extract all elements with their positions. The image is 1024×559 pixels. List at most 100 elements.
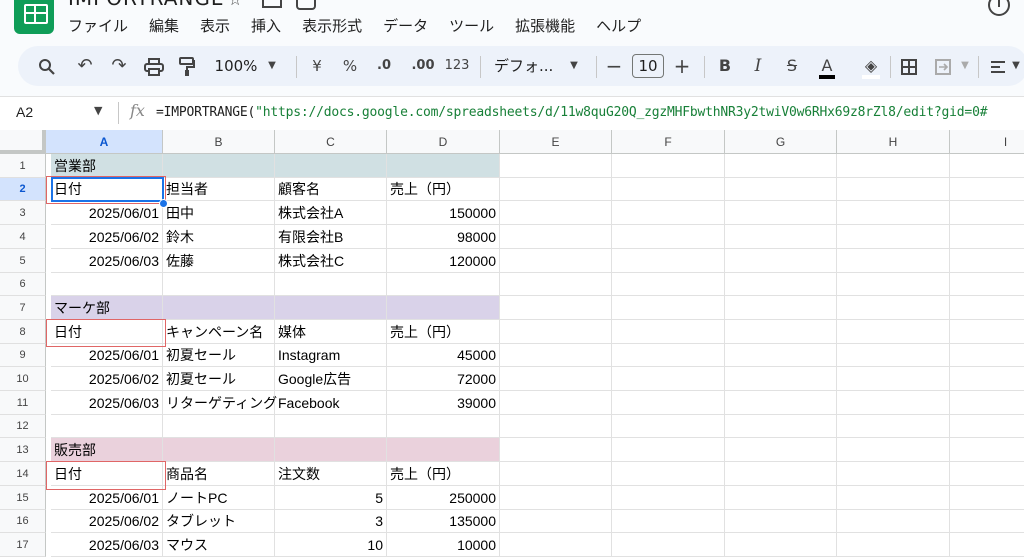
cell-f8[interactable] [612,320,725,344]
undo-icon[interactable]: ↶ [74,46,96,86]
cell-a17[interactable]: 2025/06/03 [51,533,163,557]
cell-d17[interactable]: 10000 [387,533,500,557]
cell-e7[interactable] [500,296,612,320]
cell-c14[interactable]: 注文数 [275,462,387,486]
cell-e11[interactable] [500,391,612,415]
column-header-d[interactable]: D [387,130,500,154]
cell-e2[interactable] [500,178,612,201]
cell-i6[interactable] [950,273,1024,296]
borders-icon[interactable] [898,46,920,86]
cell-d4[interactable]: 98000 [387,225,500,249]
cell-a13[interactable]: 販売部 [51,438,163,462]
redo-icon[interactable]: ↷ [108,46,130,86]
row-header-14[interactable]: 14 [0,462,46,486]
cell-e10[interactable] [500,367,612,391]
menu-insert[interactable]: 挿入 [251,14,281,38]
cell-a5[interactable]: 2025/06/03 [51,249,163,273]
menu-view[interactable]: 表示 [200,14,230,38]
cell-d9[interactable]: 45000 [387,344,500,367]
cell-i15[interactable] [950,486,1024,510]
menu-help[interactable]: ヘルプ [596,14,641,38]
cell-c3[interactable]: 株式会社A [275,201,387,225]
cell-c16[interactable]: 3 [275,510,387,533]
cell-d16[interactable]: 135000 [387,510,500,533]
menu-edit[interactable]: 編集 [149,14,179,38]
row-header-5[interactable]: 5 [0,249,46,273]
cell-f6[interactable] [612,273,725,296]
cell-b16[interactable]: タブレット [163,510,275,533]
cell-i3[interactable] [950,201,1024,225]
cell-g14[interactable] [725,462,837,486]
cell-f1[interactable] [612,154,725,178]
cell-b3[interactable]: 田中 [163,201,275,225]
document-title[interactable]: IMPORTRANGE [68,0,224,10]
cell-e6[interactable] [500,273,612,296]
active-cell-border[interactable] [51,177,164,202]
cell-g10[interactable] [725,367,837,391]
menu-format[interactable]: 表示形式 [302,14,362,38]
cell-b7[interactable] [163,296,275,320]
cell-h4[interactable] [837,225,950,249]
cell-c11[interactable]: Facebook [275,391,387,415]
cell-h3[interactable] [837,201,950,225]
formula-input[interactable]: =IMPORTRANGE("https://docs.google.com/sp… [156,105,988,120]
percent-button[interactable]: % [340,46,360,86]
cell-h13[interactable] [837,438,950,462]
row-header-16[interactable]: 16 [0,510,46,533]
cell-b13[interactable] [163,438,275,462]
row-header-15[interactable]: 15 [0,486,46,510]
cell-g11[interactable] [725,391,837,415]
name-box-caret-icon[interactable]: ▼ [94,104,102,117]
cell-f5[interactable] [612,249,725,273]
row-header-9[interactable]: 9 [0,344,46,367]
cell-e17[interactable] [500,533,612,557]
currency-button[interactable]: ¥ [308,46,326,86]
column-header-b[interactable]: B [163,130,275,154]
cell-c1[interactable] [275,154,387,178]
cell-e3[interactable] [500,201,612,225]
italic-icon[interactable]: I [750,46,766,86]
name-box[interactable]: A2 [16,104,33,120]
row-header-12[interactable]: 12 [0,415,46,438]
row-header-4[interactable]: 4 [0,225,46,249]
cell-g5[interactable] [725,249,837,273]
cell-b9[interactable]: 初夏セール [163,344,275,367]
bold-icon[interactable]: B [716,46,734,86]
cell-e4[interactable] [500,225,612,249]
search-icon[interactable] [36,46,58,86]
cell-i7[interactable] [950,296,1024,320]
row-header-13[interactable]: 13 [0,438,46,462]
column-header-h[interactable]: H [837,130,950,154]
cell-e1[interactable] [500,154,612,178]
cell-h14[interactable] [837,462,950,486]
cell-f3[interactable] [612,201,725,225]
cell-g15[interactable] [725,486,837,510]
cell-e13[interactable] [500,438,612,462]
cell-f2[interactable] [612,178,725,201]
cell-i12[interactable] [950,415,1024,438]
cell-h1[interactable] [837,154,950,178]
column-header-g[interactable]: G [725,130,837,154]
cell-i8[interactable] [950,320,1024,344]
cell-c8[interactable]: 媒体 [275,320,387,344]
cell-d15[interactable]: 250000 [387,486,500,510]
spreadsheet-grid[interactable]: A B C D E F G H I 1 2 3 4 5 6 7 8 9 10 11 12 13 14 15 1… [0,130,1024,559]
cell-c13[interactable] [275,438,387,462]
decrease-font-icon[interactable]: − [604,46,624,86]
align-caret-icon[interactable]: ▼ [1010,46,1022,86]
cell-b17[interactable]: マウス [163,533,275,557]
row-header-17[interactable]: 17 [0,533,46,557]
cell-b6[interactable] [163,273,275,296]
cell-a12[interactable] [51,415,163,438]
cell-d8[interactable]: 売上（円） [387,320,500,344]
cell-e15[interactable] [500,486,612,510]
row-header-10[interactable]: 10 [0,367,46,391]
cell-c6[interactable] [275,273,387,296]
select-all-corner[interactable] [0,130,46,154]
cell-i14[interactable] [950,462,1024,486]
cell-i2[interactable] [950,178,1024,201]
cell-i1[interactable] [950,154,1024,178]
cell-a9[interactable]: 2025/06/01 [51,344,163,367]
cell-c7[interactable] [275,296,387,320]
align-icon[interactable] [988,46,1008,86]
